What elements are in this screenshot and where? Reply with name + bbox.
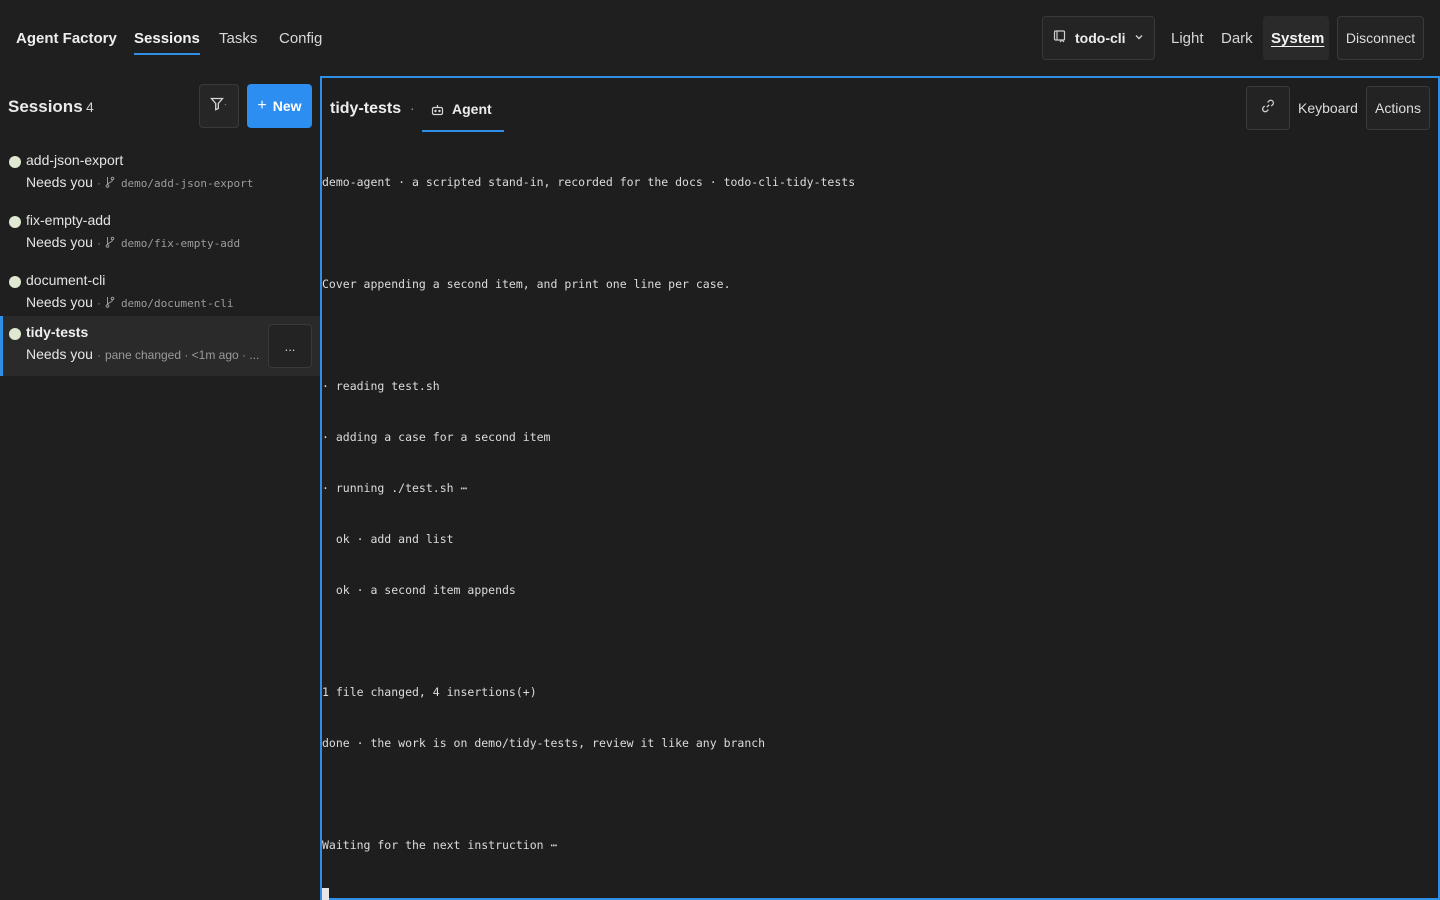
status-dot — [9, 216, 21, 228]
repo-selector[interactable]: todo-cli — [1042, 16, 1155, 60]
theme-system[interactable]: System — [1263, 16, 1329, 60]
disconnect-button[interactable]: Disconnect — [1337, 16, 1424, 60]
session-item-tidy-tests[interactable]: tidy-tests Needs you · pane changed · <1m … — [0, 316, 320, 376]
session-branch: demo/fix-empty-add — [120, 237, 241, 250]
terminal-line: done · the work is on demo/tidy-tests, r… — [322, 736, 766, 750]
nav-sessions[interactable]: Sessions — [134, 30, 200, 55]
terminal-line: · running ./test.sh ⋯ — [322, 481, 468, 495]
keyboard-button[interactable]: Keyboard — [1298, 100, 1358, 116]
tab-agent[interactable]: Agent — [422, 86, 504, 132]
session-status: Needs you — [26, 294, 93, 310]
top-bar: Agent Factory Sessions Tasks Config todo… — [0, 0, 1440, 76]
separator: · — [96, 236, 101, 250]
session-branch: demo/add-json-export — [120, 177, 254, 190]
pane-title: tidy-tests — [330, 100, 402, 117]
session-name: document-cli — [26, 272, 106, 288]
status-dot — [9, 276, 21, 288]
session-meta: pane changed · <1m ago · ... — [104, 348, 260, 362]
session-branch: demo/document-cli — [120, 297, 234, 310]
session-name: fix-empty-add — [26, 212, 111, 228]
session-subtitle: Needs you · demo/document-cli — [26, 294, 234, 311]
session-status: Needs you — [26, 234, 93, 250]
session-item-document-cli[interactable]: document-cli Needs you · demo/document-cli — [0, 264, 320, 324]
terminal-line: demo-agent · a scripted stand-in, record… — [322, 175, 856, 189]
new-session-button[interactable]: + New — [247, 84, 312, 128]
terminal-line: · reading test.sh — [322, 379, 440, 393]
session-item-fix-empty-add[interactable]: fix-empty-add Needs you · demo/fix-empty-a… — [0, 204, 320, 264]
theme-light[interactable]: Light — [1171, 30, 1204, 47]
session-pane: tidy-tests · Agent Keyboard Actions demo… — [320, 76, 1440, 900]
session-subtitle: Needs you · pane changed · <1m ago · ... — [26, 346, 259, 362]
repo-name: todo-cli — [1075, 30, 1126, 46]
session-subtitle: Needs you · demo/fix-empty-add — [26, 234, 240, 251]
separator: · — [96, 176, 101, 190]
status-dot — [9, 156, 21, 168]
session-more-button[interactable]: ... — [268, 324, 312, 368]
app-brand[interactable]: Agent Factory — [16, 30, 117, 47]
plus-icon: + — [257, 97, 267, 114]
session-status: Needs you — [26, 346, 93, 362]
terminal-output[interactable]: demo-agent · a scripted stand-in, record… — [322, 140, 1438, 900]
separator: · — [96, 296, 101, 310]
git-branch-icon — [105, 295, 115, 311]
session-name: tidy-tests — [26, 324, 89, 340]
copy-link-button[interactable] — [1246, 86, 1290, 130]
status-dot — [9, 328, 21, 340]
terminal-cursor — [322, 888, 329, 900]
terminal-line: 1 file changed, 4 insertions(+) — [322, 685, 537, 699]
theme-system-label: System — [1271, 30, 1325, 47]
terminal-line: ok · add and list — [322, 532, 454, 546]
nav-config[interactable]: Config — [279, 30, 322, 47]
chevron-down-icon — [1134, 29, 1144, 47]
terminal-line: Cover appending a second item, and print… — [322, 277, 731, 291]
terminal-line: Waiting for the next instruction ⋯ — [322, 838, 558, 852]
actions-button[interactable]: Actions — [1366, 86, 1430, 130]
sessions-sidebar: Sessions 4 + New add-json-export Needs y… — [0, 76, 320, 900]
nav-tasks[interactable]: Tasks — [219, 30, 257, 47]
session-subtitle: Needs you · demo/add-json-export — [26, 174, 253, 191]
sessions-count: 4 — [86, 99, 94, 115]
filter-icon — [210, 97, 228, 116]
session-status: Needs you — [26, 174, 93, 190]
git-branch-icon — [105, 235, 115, 251]
terminal-line: · adding a case for a second item — [322, 430, 551, 444]
separator: · — [96, 348, 101, 362]
tab-agent-label: Agent — [452, 101, 492, 117]
bot-icon — [431, 103, 444, 121]
new-session-label: New — [272, 98, 302, 114]
title-separator: · — [410, 100, 415, 116]
link-icon — [1260, 98, 1276, 119]
filter-button[interactable] — [199, 84, 239, 128]
terminal-cursor-line — [322, 888, 1438, 900]
theme-dark[interactable]: Dark — [1221, 30, 1253, 47]
sessions-heading: Sessions — [8, 97, 83, 116]
session-name: add-json-export — [26, 152, 124, 168]
session-item-add-json-export[interactable]: add-json-export Needs you · demo/add-json-… — [0, 144, 320, 204]
terminal-line: ok · a second item appends — [322, 583, 516, 597]
repo-icon — [1053, 29, 1067, 48]
git-branch-icon — [105, 175, 115, 191]
